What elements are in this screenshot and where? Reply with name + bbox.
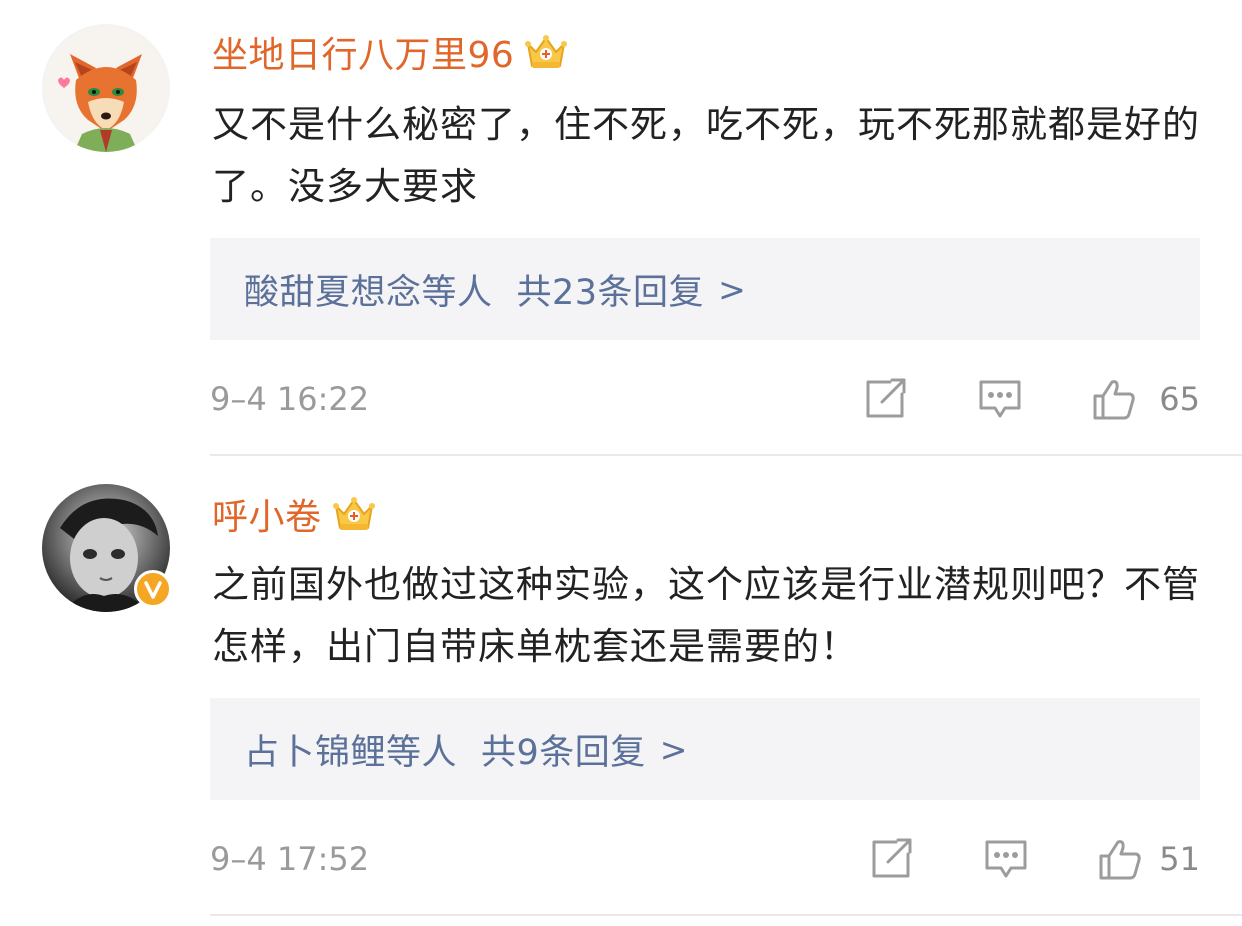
username-link[interactable]: 呼小卷 [212,488,322,540]
reply-count: 共9条回复 [481,732,646,773]
comment-item: 呼小卷 之前国外也做过这种实验，这个应该是行业潜规则吧？不管怎样，出门自带床单枕… [0,0,1242,926]
timestamp: 9–4 17:52 [210,840,370,878]
share-icon[interactable] [870,838,914,880]
like-icon[interactable] [1098,838,1142,880]
like-count: 51 [1159,840,1200,878]
reply-users: 占卜锦鲤等人 [244,732,458,773]
crown-icon[interactable] [332,494,376,534]
username-row: 呼小卷 [212,484,376,544]
verified-badge-icon [134,570,172,608]
avatar[interactable] [42,484,172,612]
comment-meta: 9–4 17:52 51 [210,834,1200,884]
chevron-right-icon: > [659,729,688,769]
comment-text: 之前国外也做过这种实验，这个应该是行业潜规则吧？不管怎样，出门自带床单枕套还是需… [212,563,1200,668]
divider [210,914,1242,916]
replies-summary[interactable]: 占卜锦鲤等人 共9条回复 > [210,698,1200,800]
comment-icon[interactable] [984,838,1028,880]
